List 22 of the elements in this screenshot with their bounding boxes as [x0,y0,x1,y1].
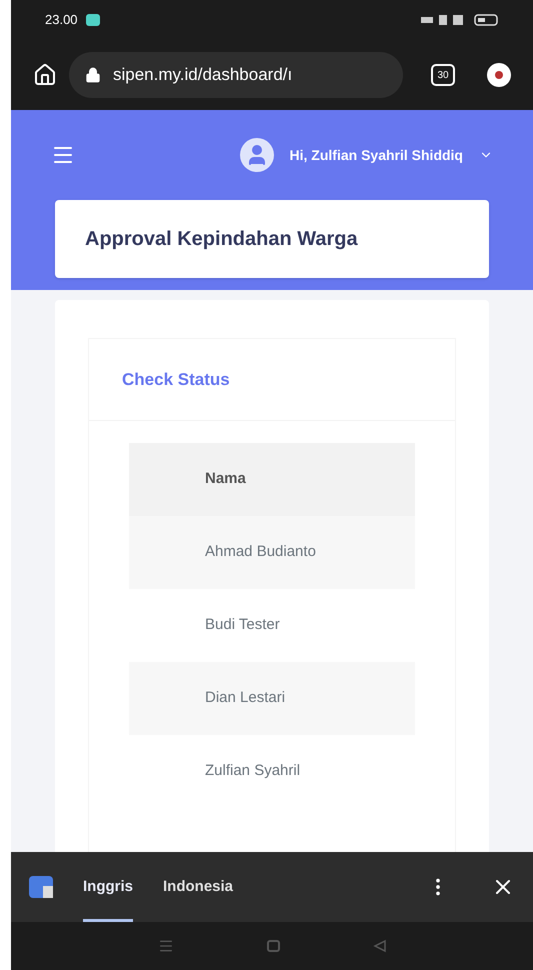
translate-icon[interactable] [29,876,53,898]
profile-icon[interactable] [487,63,511,87]
card-title: Check Status [122,368,230,391]
url-text: sipen.my.id/dashboard/ı [113,64,292,86]
address-bar[interactable]: sipen.my.id/dashboard/ı [69,52,403,98]
table-cell-text: Dian Lestari [205,688,286,708]
table-cell-text: Ahmad Budianto [205,542,316,562]
back-icon[interactable] [372,939,386,953]
home-icon[interactable] [33,63,57,87]
notification-icon [86,14,100,26]
table-cell-text: Budi Tester [205,615,280,636]
language-tab[interactable]: Indonesia [163,852,234,922]
lock-icon [85,67,101,83]
status-time: 23.00 [45,11,78,30]
page-title: Approval Kepindahan Warga [85,227,358,252]
tab-count[interactable]: 30 [431,64,455,86]
table-cell-text: Zulfian Syahril [205,761,300,782]
battery-icon [474,14,498,26]
recent-apps-icon[interactable] [158,938,174,954]
user-greeting[interactable]: Hi, Zulfian Syahril Shiddiq [290,144,463,166]
home-button-icon[interactable] [266,940,280,952]
column-header: Nama [205,469,246,490]
